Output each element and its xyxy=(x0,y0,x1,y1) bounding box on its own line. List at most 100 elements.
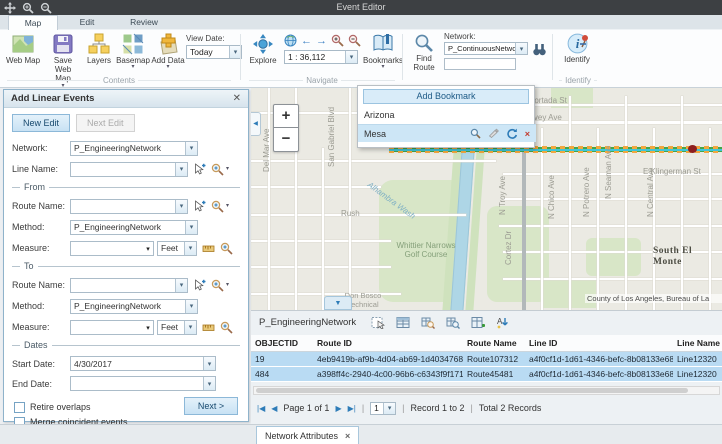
dropdown-caret-icon[interactable] xyxy=(175,279,187,292)
column-header[interactable]: Line ID xyxy=(525,335,673,351)
first-page-icon[interactable]: |◀ xyxy=(257,404,265,413)
layers-button[interactable]: Layers xyxy=(84,33,114,65)
measure-icon[interactable] xyxy=(202,321,215,334)
from-measure-unit-select[interactable]: Feet xyxy=(157,241,197,256)
table-row[interactable]: 19 4eb9419b-af9b-4d04-ab69-1d403476802b … xyxy=(251,351,722,366)
dropdown-caret-icon[interactable] xyxy=(345,51,357,63)
next-button[interactable]: Next > xyxy=(184,397,238,415)
basemap-button[interactable]: Basemap ▾ xyxy=(116,33,150,70)
binoculars-icon[interactable] xyxy=(532,43,547,56)
explore-button[interactable]: Explore xyxy=(246,33,280,65)
table-row[interactable]: 484 a398ff4c-2940-4c00-96b6-c6343f9f1711… xyxy=(251,366,722,381)
from-route-name-select[interactable] xyxy=(70,199,188,214)
column-header[interactable]: Line Name xyxy=(673,335,722,351)
previous-extent-icon[interactable]: ← xyxy=(301,35,312,47)
web-map-icon xyxy=(12,33,34,55)
tab-network-attributes[interactable]: Network Attributes xyxy=(256,426,359,444)
next-page-icon[interactable]: ▶ xyxy=(335,404,341,413)
find-route-button[interactable]: Find Route xyxy=(408,33,440,72)
panel-network-select[interactable]: P_EngineeringNetwork xyxy=(70,141,198,156)
select-on-map-icon[interactable] xyxy=(193,279,206,292)
bookmarks-button[interactable]: Bookmarks ▾ xyxy=(362,33,404,70)
to-route-name-select[interactable] xyxy=(70,278,188,293)
start-date-input[interactable]: 4/30/2017 xyxy=(70,356,216,371)
edit-bookmark-icon[interactable] xyxy=(488,128,499,139)
column-header[interactable]: Route ID xyxy=(313,335,463,351)
sort-records-icon[interactable]: A xyxy=(496,316,510,329)
next-extent-icon[interactable]: → xyxy=(316,35,327,47)
add-bookmark-button[interactable]: Add Bookmark xyxy=(363,89,529,104)
delete-bookmark-icon[interactable]: × xyxy=(525,129,530,139)
previous-page-icon[interactable]: ◀ xyxy=(271,404,277,413)
zoom-to-selected-icon[interactable] xyxy=(421,316,435,329)
dropdown-caret-icon[interactable] xyxy=(185,221,197,234)
close-tab-icon[interactable] xyxy=(345,431,350,441)
zoom-to-bookmark-icon[interactable] xyxy=(470,128,481,139)
collapse-bottom-panel-button[interactable] xyxy=(324,296,352,310)
line-name-select[interactable] xyxy=(70,162,188,177)
to-measure-input[interactable] xyxy=(70,320,154,335)
refresh-bookmark-icon[interactable] xyxy=(506,128,518,140)
dropdown-caret-icon[interactable] xyxy=(143,322,153,333)
measure-icon[interactable] xyxy=(202,242,215,255)
column-header[interactable]: OBJECTID xyxy=(251,335,313,351)
web-map-button[interactable]: Web Map xyxy=(4,33,42,65)
globe-icon[interactable] xyxy=(284,34,297,47)
zoom-to-route-icon[interactable] xyxy=(211,200,224,213)
last-page-icon[interactable]: ▶| xyxy=(348,404,356,413)
collapse-left-panel-button[interactable] xyxy=(251,112,261,136)
pan-to-selected-icon[interactable] xyxy=(446,316,460,329)
next-edit-button[interactable]: Next Edit xyxy=(76,114,135,132)
find-route-input[interactable] xyxy=(444,58,516,70)
map-zoom-in-button[interactable]: + xyxy=(273,104,299,128)
dropdown-caret-icon[interactable]: ▾ xyxy=(226,283,229,288)
attribute-table-icon[interactable] xyxy=(396,316,410,329)
flag-pin-icon[interactable] xyxy=(577,34,591,48)
select-on-map-icon[interactable] xyxy=(193,163,206,176)
bookmark-item-arizona[interactable]: Arizona xyxy=(358,107,536,123)
dropdown-caret-icon[interactable] xyxy=(515,43,527,54)
dropdown-caret-icon[interactable] xyxy=(203,377,215,390)
bookmark-item-mesa[interactable]: Mesa × xyxy=(358,124,536,142)
dropdown-caret-icon[interactable] xyxy=(185,300,197,313)
end-date-input[interactable] xyxy=(70,376,216,391)
map-scale-select[interactable]: 1 : 36,112 xyxy=(284,50,358,64)
scrollbar-thumb[interactable] xyxy=(256,388,688,393)
from-method-select[interactable]: P_EngineeringNetwork xyxy=(70,220,198,235)
dropdown-caret-icon[interactable] xyxy=(383,403,395,414)
dropdown-caret-icon[interactable] xyxy=(185,142,197,155)
new-edit-button[interactable]: New Edit xyxy=(12,114,70,132)
zoom-to-measure-icon[interactable] xyxy=(220,321,233,334)
add-data-button[interactable]: Add Data ▾ xyxy=(150,33,186,70)
dropdown-caret-icon[interactable] xyxy=(175,200,187,213)
select-on-map-icon[interactable] xyxy=(193,200,206,213)
checkbox-icon[interactable] xyxy=(14,402,25,413)
to-measure-unit-select[interactable]: Feet xyxy=(157,320,197,335)
add-record-icon[interactable] xyxy=(471,316,485,329)
dropdown-caret-icon[interactable] xyxy=(175,163,187,176)
from-measure-input[interactable] xyxy=(70,241,154,256)
zoom-to-measure-icon[interactable] xyxy=(220,242,233,255)
tab-review[interactable]: Review xyxy=(116,15,172,30)
dropdown-caret-icon[interactable] xyxy=(184,242,196,255)
zoom-in-tool-icon[interactable] xyxy=(331,34,344,47)
horizontal-scrollbar[interactable] xyxy=(253,386,720,395)
dropdown-caret-icon[interactable] xyxy=(143,243,153,254)
map-zoom-out-button[interactable]: − xyxy=(273,128,299,152)
tab-edit[interactable]: Edit xyxy=(62,15,112,30)
close-icon[interactable]: ✕ xyxy=(233,94,241,104)
zoom-to-route-icon[interactable] xyxy=(211,279,224,292)
network-select[interactable]: P_ContinuousNetwork xyxy=(444,42,528,55)
to-method-select[interactable]: P_EngineeringNetwork xyxy=(70,299,198,314)
dropdown-caret-icon[interactable]: ▾ xyxy=(226,167,229,172)
dropdown-caret-icon[interactable]: ▾ xyxy=(226,204,229,209)
zoom-out-tool-icon[interactable] xyxy=(348,34,361,47)
zoom-to-line-icon[interactable] xyxy=(211,163,224,176)
dropdown-caret-icon[interactable] xyxy=(203,357,215,370)
column-header[interactable]: Route Name xyxy=(463,335,525,351)
page-select[interactable]: 1 xyxy=(370,402,396,415)
view-date-select[interactable]: Today xyxy=(186,45,242,59)
dropdown-caret-icon[interactable] xyxy=(184,321,196,334)
tab-map[interactable]: Map xyxy=(8,15,58,30)
selection-options-icon[interactable] xyxy=(371,316,385,329)
